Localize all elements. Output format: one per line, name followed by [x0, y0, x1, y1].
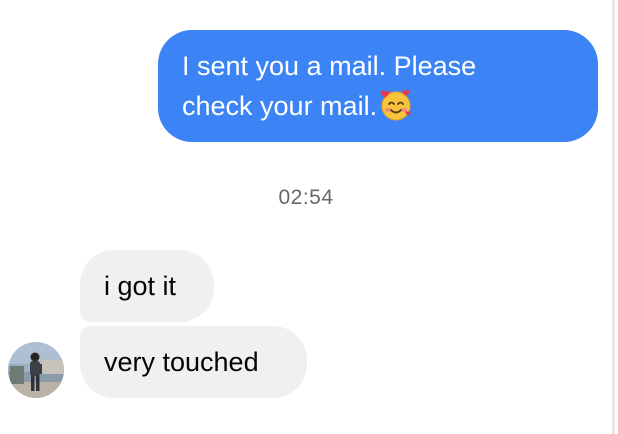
message-text-line: check your mail.	[182, 86, 578, 126]
message-text: i got it	[104, 271, 177, 301]
outgoing-message-bubble[interactable]: I sent you a mail. Please check your mai…	[158, 30, 598, 142]
contact-avatar[interactable]	[8, 342, 64, 398]
message-text: check your mail.	[182, 91, 378, 121]
message-text: very touched	[104, 347, 259, 377]
incoming-message-bubble[interactable]: i got it	[80, 250, 214, 322]
smiling-face-with-hearts-icon	[379, 88, 413, 122]
avatar-photo	[8, 342, 64, 398]
incoming-message-bubble[interactable]: very touched	[80, 326, 307, 398]
pane-divider	[612, 0, 615, 434]
message-timestamp: 02:54	[278, 186, 334, 209]
chat-thread: I sent you a mail. Please check your mai…	[0, 0, 618, 434]
message-text-line: I sent you a mail. Please	[182, 51, 477, 81]
